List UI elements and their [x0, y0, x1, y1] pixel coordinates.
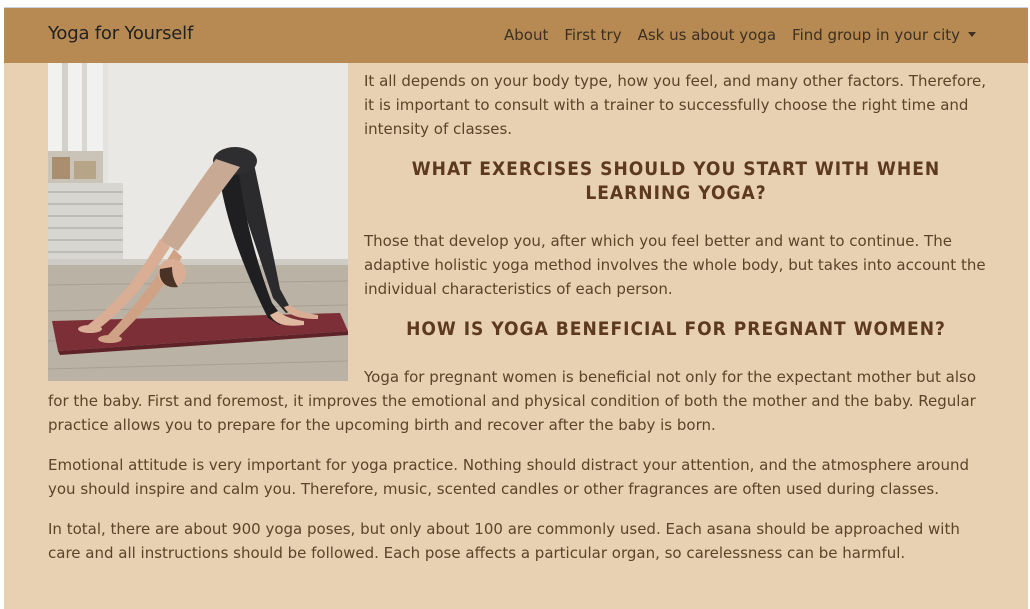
page-frame: Yoga for Yourself About First try Ask us… — [4, 7, 1028, 609]
article-content: It all depends on your body type, how yo… — [48, 63, 988, 581]
nav-links: About First try Ask us about yoga Find g… — [504, 26, 976, 44]
yoga-photo — [48, 63, 348, 381]
nav-link-ask-us[interactable]: Ask us about yoga — [638, 26, 776, 44]
navbar: Yoga for Yourself About First try Ask us… — [4, 7, 1028, 63]
brand-link[interactable]: Yoga for Yourself — [48, 23, 193, 44]
paragraph-poses: In total, there are about 900 yoga poses… — [48, 520, 960, 562]
nav-link-first-try[interactable]: First try — [564, 26, 621, 44]
chevron-down-icon — [968, 32, 976, 37]
nav-dropdown-find-group[interactable]: Find group in your city — [792, 26, 976, 44]
paragraph-emotional: Emotional attitude is very important for… — [48, 456, 970, 498]
heading-exercises: What exercises should you start with whe… — [411, 158, 941, 204]
heading-pregnant: How is yoga beneficial for pregnant wome… — [406, 318, 946, 340]
nav-dropdown-label: Find group in your city — [792, 26, 960, 44]
nav-link-about[interactable]: About — [504, 26, 548, 44]
